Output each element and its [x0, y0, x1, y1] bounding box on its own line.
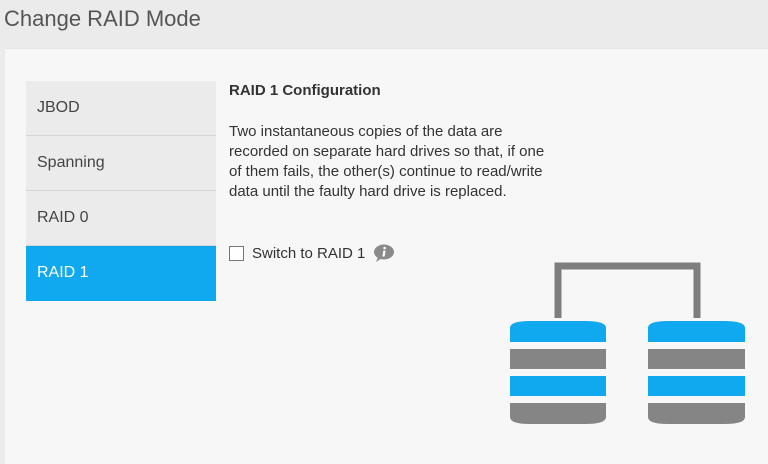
raid-mode-list: JBOD Spanning RAID 0 RAID 1	[26, 81, 216, 301]
mirror-connector	[554, 262, 701, 318]
raid-1-diagram	[510, 262, 745, 424]
mode-item-raid-1[interactable]: RAID 1	[26, 246, 216, 301]
disk-platter	[648, 321, 745, 342]
switch-checkbox[interactable]	[229, 245, 244, 261]
disk-platter	[510, 349, 606, 369]
disk-stack-left	[510, 321, 606, 424]
disk-platter	[510, 376, 606, 396]
page-title: Change RAID Mode	[4, 6, 201, 31]
config-description: Two instantaneous copies of the data are…	[229, 123, 545, 200]
disk-platter	[648, 403, 745, 424]
disk-platter	[648, 376, 745, 396]
mode-item-jbod[interactable]: JBOD	[26, 81, 216, 136]
disk-platter	[510, 321, 606, 342]
switch-label[interactable]: Switch to RAID 1	[252, 245, 365, 262]
disk-platter	[648, 349, 745, 369]
mode-item-raid-0[interactable]: RAID 0	[26, 191, 216, 246]
disk-stack-right	[648, 321, 745, 424]
switch-row: Switch to RAID 1	[229, 244, 395, 262]
info-icon[interactable]	[373, 244, 395, 262]
disk-platter	[510, 403, 606, 424]
mode-item-spanning[interactable]: Spanning	[26, 136, 216, 191]
config-heading: RAID 1 Configuration	[229, 82, 381, 99]
